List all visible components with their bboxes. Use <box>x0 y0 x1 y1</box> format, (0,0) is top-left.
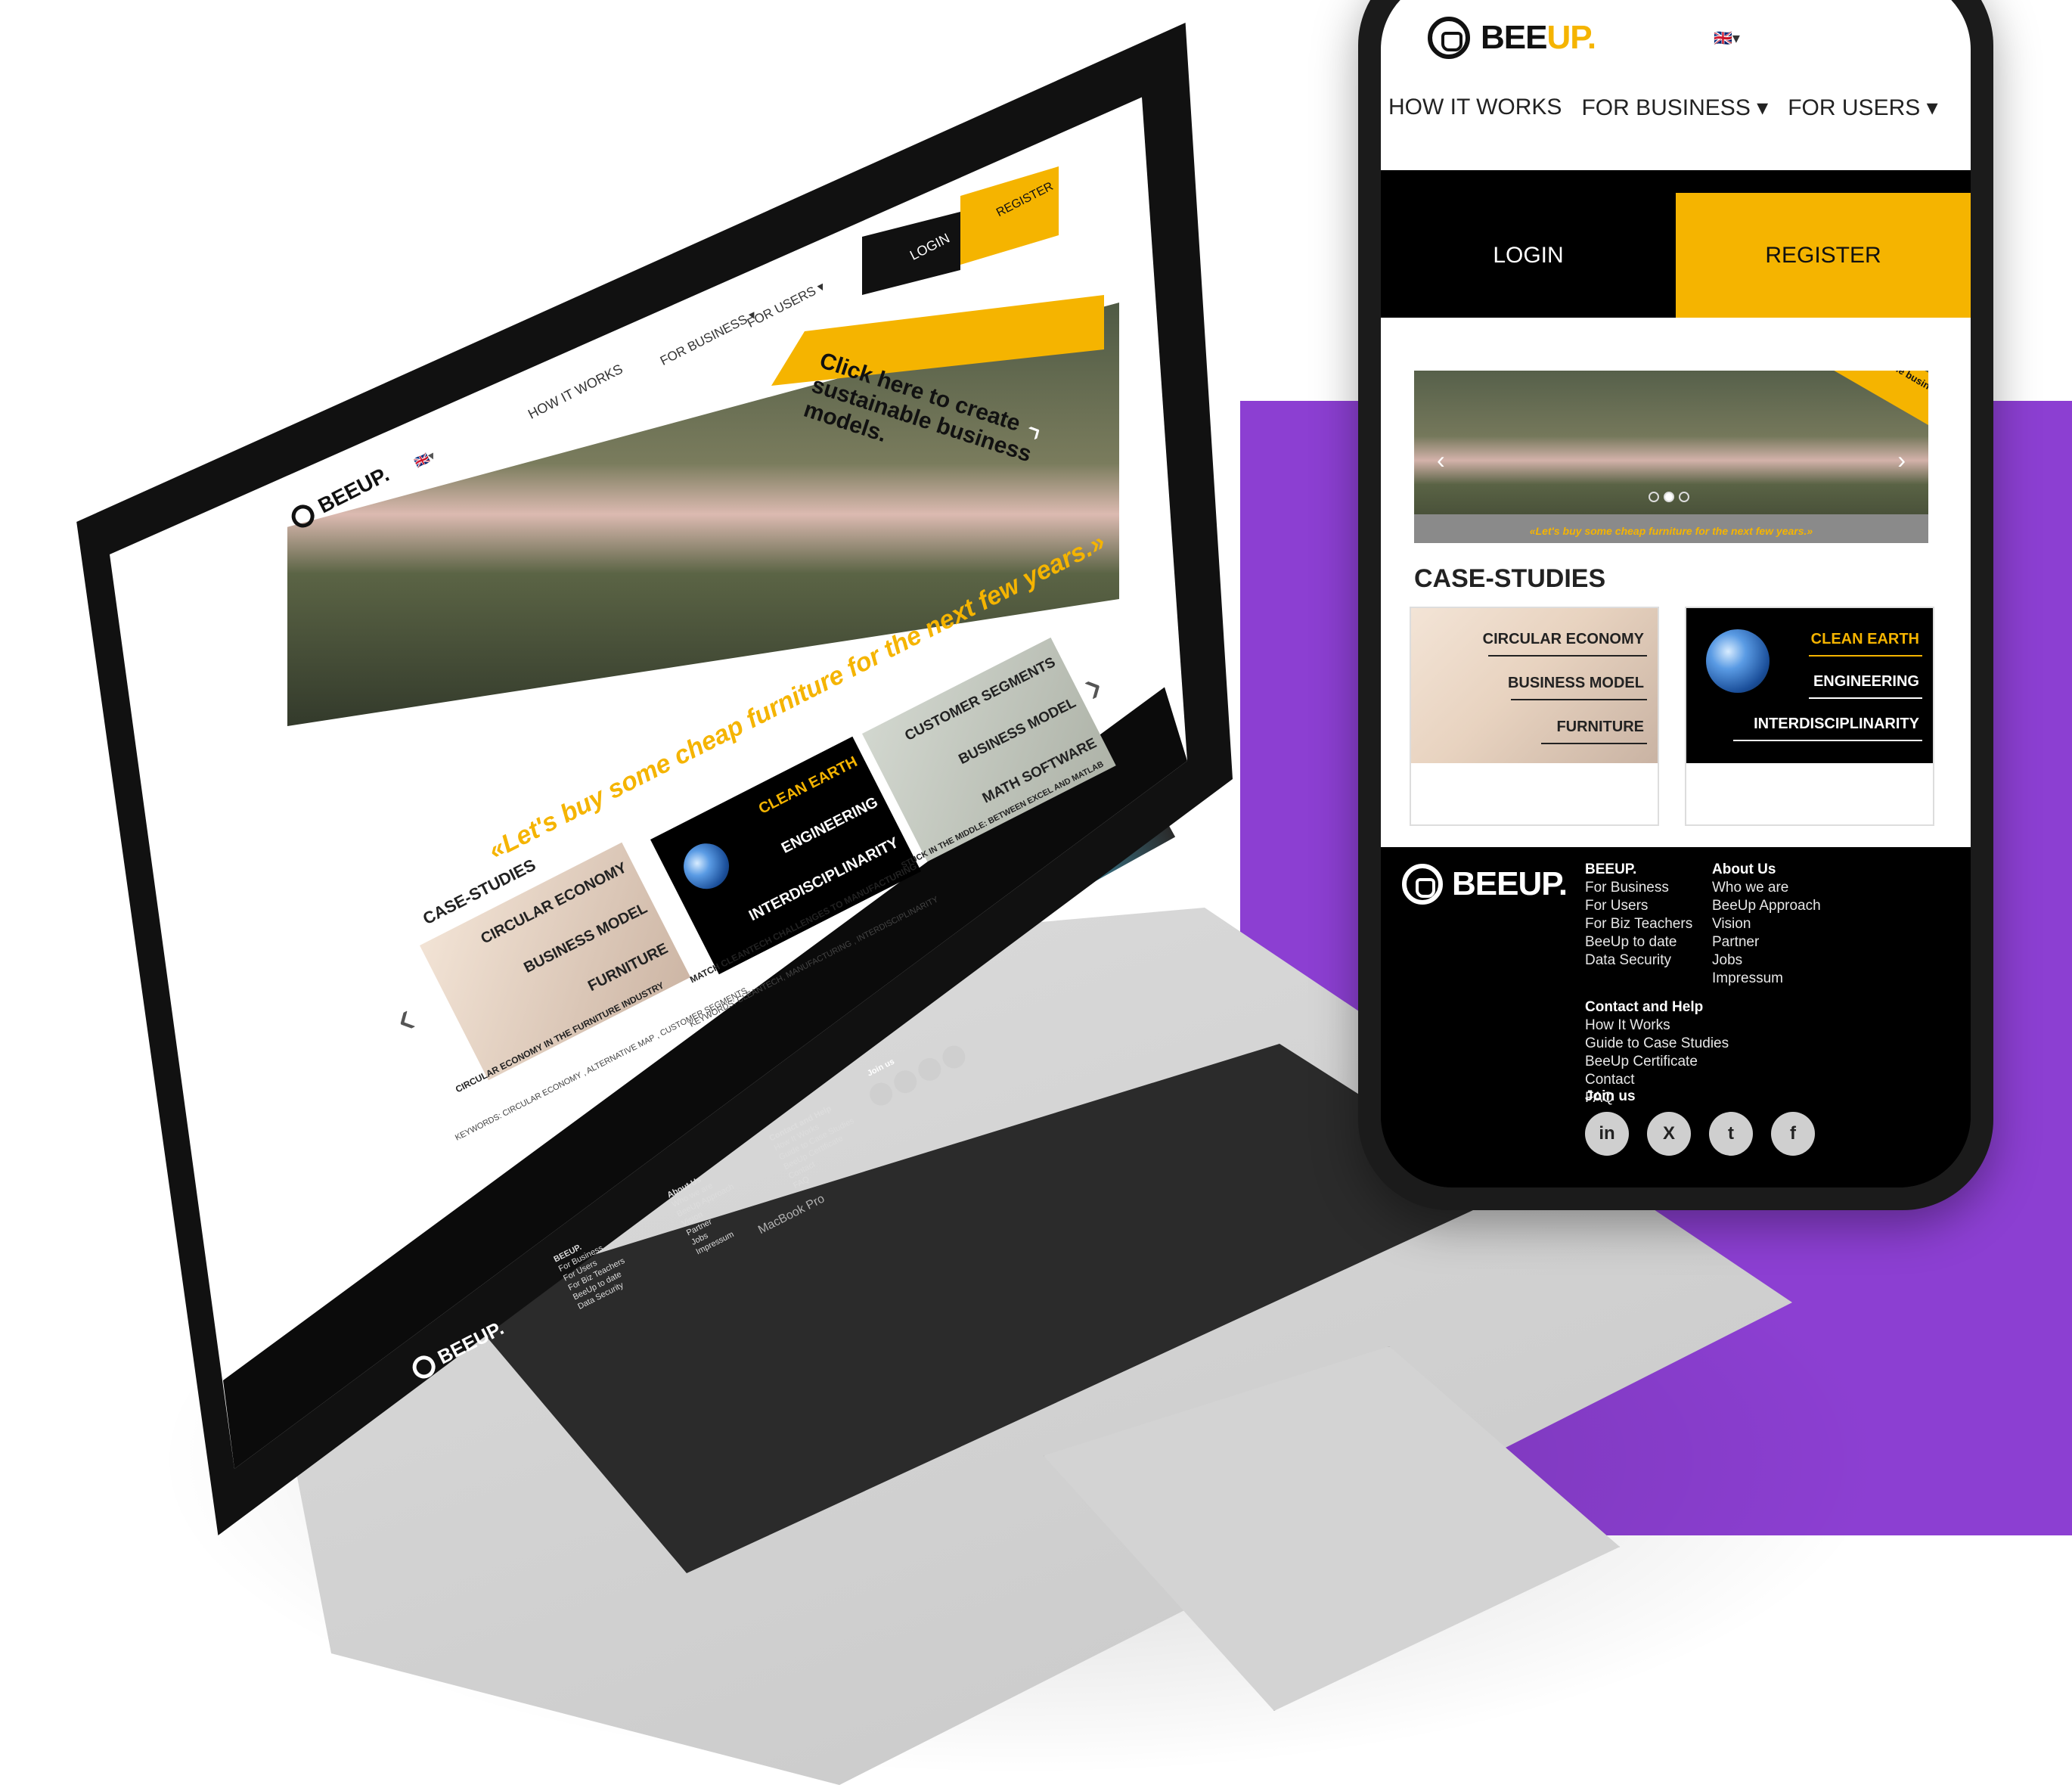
card2-rule <box>1809 655 1922 657</box>
phone-header: BEEUP. 🇬🇧▾ HOW IT WORKS FOR BUSINESS ▾ F… <box>1381 0 1971 170</box>
phone-cases-title: CASE-STUDIES <box>1414 564 1606 593</box>
phone-mockup: BEEUP. 🇬🇧▾ HOW IT WORKS FOR BUSINESS ▾ F… <box>1358 0 1993 1210</box>
footer-link[interactable]: Impressum <box>1712 970 1821 988</box>
footer-link[interactable]: Partner <box>1712 933 1821 951</box>
phone-hero-cta[interactable]: Click here to create sustainable busines… <box>1757 371 1928 425</box>
card1-label-3: FURNITURE <box>1556 719 1644 735</box>
phone-nav: HOW IT WORKS FOR BUSINESS ▾ FOR USERS ▾ <box>1388 95 1938 121</box>
footer-heading: Contact and Help <box>1585 999 1704 1015</box>
phone-screen: BEEUP. 🇬🇧▾ HOW IT WORKS FOR BUSINESS ▾ F… <box>1381 0 1971 1187</box>
phone-case-card-2[interactable]: CLEAN EARTH ENGINEERING INTERDISCIPLINAR… <box>1685 607 1934 826</box>
card1-rule <box>1541 743 1647 744</box>
carousel-dot[interactable] <box>1649 492 1659 502</box>
phone-register-button[interactable]: REGISTER <box>1676 193 1971 318</box>
phone-nav-for-business[interactable]: FOR BUSINESS ▾ <box>1581 95 1768 121</box>
footer-link[interactable]: For Users <box>1585 897 1692 915</box>
carousel-next-icon[interactable]: › <box>1897 446 1906 474</box>
footer-heading: BEEUP. <box>1585 861 1637 877</box>
carousel-dot-active[interactable] <box>1664 492 1674 502</box>
card1-rule <box>1488 655 1647 657</box>
footer-link[interactable]: Vision <box>1712 915 1821 933</box>
card2-label-2: ENGINEERING <box>1813 673 1919 690</box>
footer-link[interactable]: Jobs <box>1712 951 1821 970</box>
phone-main: Click here to create sustainable busines… <box>1381 318 1971 847</box>
linkedin-icon[interactable]: in <box>1585 1112 1629 1156</box>
card1-label-1: CIRCULAR ECONOMY <box>1482 631 1644 647</box>
card1-rule <box>1511 699 1647 700</box>
footer-join-label: Join us <box>1585 1088 1636 1104</box>
uk-flag-icon[interactable]: 🇬🇧▾ <box>1714 29 1740 48</box>
card2-rule <box>1733 740 1922 741</box>
card1-label-2: BUSINESS MODEL <box>1507 675 1644 691</box>
footer-link[interactable]: Who we are <box>1712 879 1821 897</box>
footer-link[interactable]: Guide to Case Studies <box>1585 1035 1729 1053</box>
phone-footer-socials: in X t f <box>1585 1112 1815 1156</box>
phone-hero-carousel[interactable]: Click here to create sustainable busines… <box>1414 371 1928 543</box>
footer-heading: About Us <box>1712 861 1776 877</box>
xing-icon[interactable]: X <box>1647 1112 1691 1156</box>
footer-link[interactable]: BeeUp to date <box>1585 933 1692 951</box>
phone-nav-how-it-works[interactable]: HOW IT WORKS <box>1388 95 1562 121</box>
phone-footer: BEEUP. BEEUP. For Business For Users For… <box>1381 847 1971 1187</box>
footer-link[interactable]: For Biz Teachers <box>1585 915 1692 933</box>
footer-link[interactable]: For Business <box>1585 879 1692 897</box>
bee-logo-icon <box>1428 17 1470 59</box>
earth-globe-icon <box>675 835 737 897</box>
phone-footer-logo[interactable]: BEEUP. <box>1402 864 1568 905</box>
phone-login-button[interactable]: LOGIN <box>1381 193 1676 318</box>
facebook-icon[interactable]: f <box>1771 1112 1815 1156</box>
earth-globe-icon <box>1706 629 1770 693</box>
phone-case-card-1[interactable]: CIRCULAR ECONOMY BUSINESS MODEL FURNITUR… <box>1410 607 1659 826</box>
phone-footer-col2: About Us Who we are BeeUp Approach Visio… <box>1712 861 1821 988</box>
phone-nav-for-users[interactable]: FOR USERS ▾ <box>1788 95 1937 121</box>
phone-logo[interactable]: BEEUP. <box>1428 17 1596 59</box>
phone-footer-join: Join us <box>1585 1088 1636 1106</box>
footer-link[interactable]: BeeUp Approach <box>1712 897 1821 915</box>
bee-logo-icon <box>1402 864 1443 905</box>
card2-rule <box>1809 697 1922 699</box>
footer-link[interactable]: BeeUp Certificate <box>1585 1053 1729 1071</box>
footer-link[interactable]: Data Security <box>1585 951 1692 970</box>
carousel-prev-icon[interactable]: ‹ <box>1437 446 1445 474</box>
footer-link[interactable]: Contact <box>1585 1071 1729 1089</box>
carousel-dots <box>1649 492 1689 502</box>
card2-label-1: CLEAN EARTH <box>1810 631 1919 647</box>
phone-footer-col1: BEEUP. For Business For Users For Biz Te… <box>1585 861 1692 970</box>
phone-hero-quote: «Let's buy some cheap furniture for the … <box>1529 525 1813 537</box>
phone-brand: BEEUP. <box>1481 19 1596 56</box>
card2-label-3: INTERDISCIPLINARITY <box>1754 716 1919 732</box>
carousel-dot[interactable] <box>1679 492 1689 502</box>
twitter-icon[interactable]: t <box>1709 1112 1753 1156</box>
phone-footer-brand: BEEUP. <box>1452 865 1568 902</box>
laptop-mockup: BEEUP. 🇬🇧▾ HOW IT WORKS FOR BUSINESS ▾ F… <box>30 15 1792 1785</box>
footer-link[interactable]: How It Works <box>1585 1017 1729 1035</box>
